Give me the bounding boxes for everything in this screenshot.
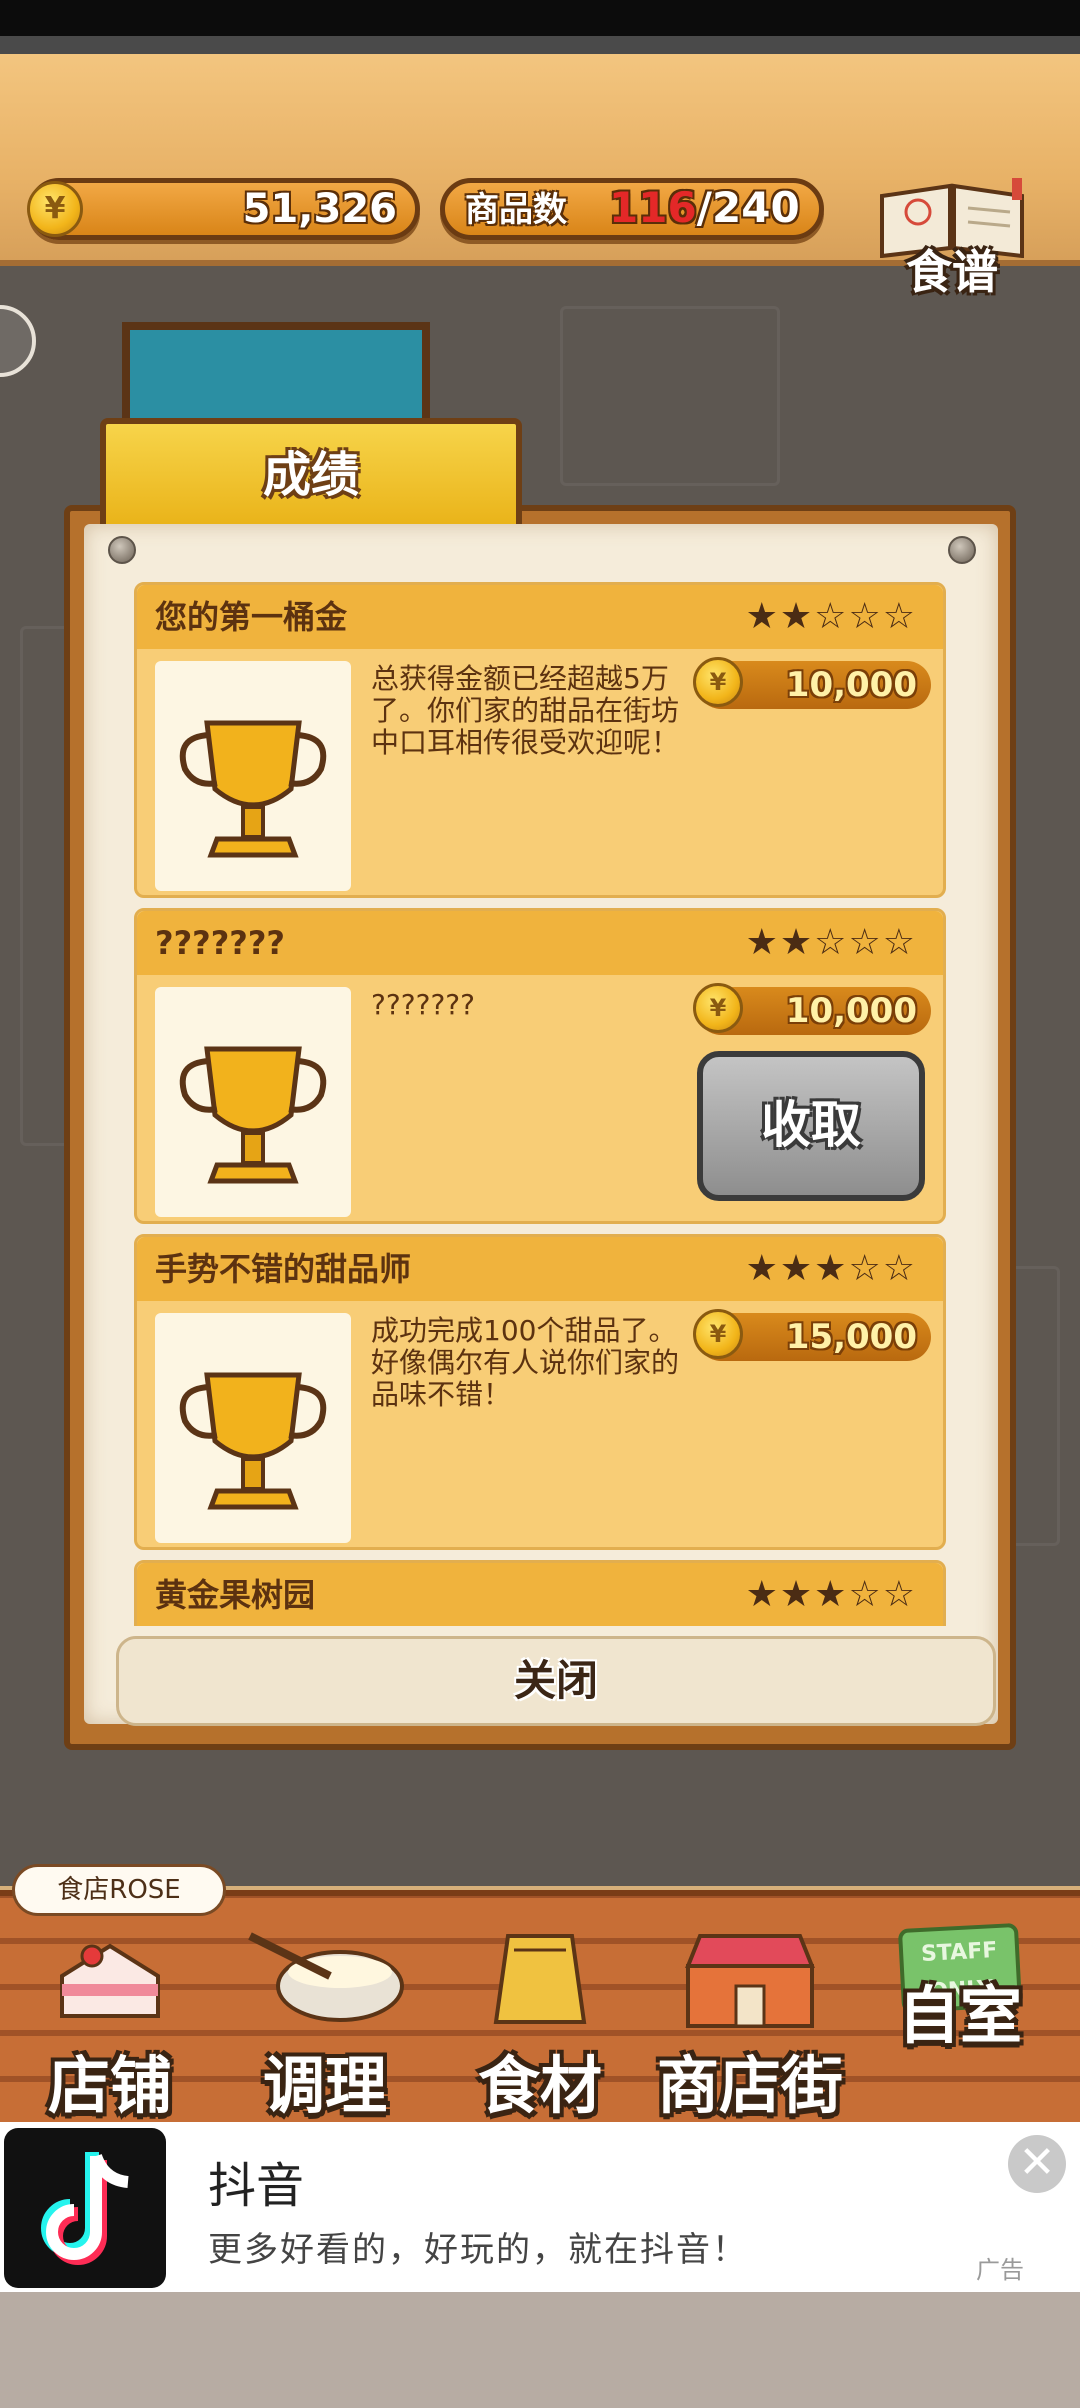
achievement-card: 您的第一桶金 ★★☆☆☆ 总获得金额已经超越5万了。你们家的甜品在街坊中口耳相传…	[134, 582, 946, 898]
achievement-title: 黄金果树园	[155, 1576, 316, 1614]
reward-badge: ¥ 10,000	[693, 983, 931, 1035]
collect-button[interactable]: 收取	[697, 1051, 925, 1201]
status-bar	[0, 0, 1080, 36]
coin-icon: ¥	[693, 1309, 743, 1359]
coin-amount: 51,326	[242, 186, 397, 232]
nav-item-my-room[interactable]: STAFF ONLY 自室	[880, 1906, 1040, 2096]
nav-item-shop[interactable]: 店铺	[30, 1926, 190, 2126]
coin-icon: ¥	[693, 657, 743, 707]
trophy-icon	[155, 661, 351, 891]
achievement-card: 黄金果树园 ★★★☆☆	[134, 1560, 946, 1626]
dialog-title: 成绩	[262, 447, 359, 503]
coin-icon: ¥	[27, 181, 83, 237]
achievement-title: 手势不错的甜品师	[155, 1250, 412, 1288]
nav-item-cook[interactable]: 调理	[240, 1926, 410, 2126]
storefront-icon	[685, 1934, 815, 2028]
bottom-nav: 店铺 调理 食材 商店街 STAFF ONLY 自室	[0, 1890, 1080, 2122]
achievement-card: 手势不错的甜品师 ★★★☆☆ 成功完成100个甜品了。好像偶尔有人说你们家的品味…	[134, 1234, 946, 1550]
ad-subtitle[interactable]: 更多好看的，好玩的，就在抖音！	[208, 2222, 748, 2271]
goods-counter: 商品数 116/240	[440, 178, 824, 240]
shop-name-tag[interactable]: 食店ROSE	[12, 1864, 226, 1916]
achievement-title: ???????	[155, 924, 285, 962]
achievement-title: 您的第一桶金	[155, 598, 348, 636]
tiktok-logo-icon[interactable]	[4, 2128, 166, 2288]
close-button[interactable]: 关闭	[116, 1636, 996, 1726]
goods-current: 116	[609, 183, 697, 232]
achievement-description: ???????	[371, 988, 476, 1021]
flour-sack-icon	[493, 1934, 587, 2024]
star-rating: ★★☆☆☆	[745, 596, 917, 637]
achievement-list[interactable]: 您的第一桶金 ★★☆☆☆ 总获得金额已经超越5万了。你们家的甜品在街坊中口耳相传…	[134, 582, 946, 1626]
achievement-card: ??????? ★★☆☆☆ ??????? ¥ 10,000 收取	[134, 908, 946, 1224]
cake-icon	[60, 1943, 160, 2018]
reward-amount: 10,000	[785, 991, 917, 1031]
star-rating: ★★★☆☆	[745, 1574, 917, 1615]
reward-badge: ¥ 15,000	[693, 1309, 931, 1361]
nav-label: 商店街	[656, 2049, 843, 2122]
coin-counter: ¥ 51,326	[27, 178, 420, 240]
ad-title[interactable]: 抖音	[208, 2146, 304, 2216]
ad-badge: 广告	[976, 2256, 1024, 2284]
achievement-description: 总获得金额已经超越5万了。你们家的甜品在街坊中口耳相传很受欢迎呢！	[371, 662, 680, 759]
nav-label: 调理	[262, 2049, 387, 2122]
goods-separator: /	[696, 183, 713, 232]
goods-label: 商品数	[465, 190, 567, 230]
trophy-icon	[155, 1313, 351, 1543]
shop-banner-thumbnail[interactable]	[122, 322, 430, 432]
star-rating: ★★☆☆☆	[745, 922, 917, 963]
reward-badge: ¥ 10,000	[693, 657, 931, 709]
star-rating: ★★★☆☆	[745, 1248, 917, 1289]
nav-item-shopping-street[interactable]: 商店街	[640, 1926, 860, 2126]
bottom-filler	[0, 2292, 1080, 2408]
close-icon[interactable]: ✕	[1008, 2135, 1066, 2193]
recipe-book-button[interactable]: 食谱	[872, 178, 1032, 298]
whisk-bowl-icon	[248, 1932, 404, 2022]
recipe-label: 食谱	[906, 245, 998, 299]
coin-icon: ¥	[693, 983, 743, 1033]
nav-label: 食材	[477, 2049, 602, 2122]
achievement-description: 成功完成100个甜品了。好像偶尔有人说你们家的品味不错！	[371, 1314, 680, 1411]
nav-label: 自室	[897, 1979, 1022, 2052]
pin-icon	[948, 536, 976, 564]
pin-icon	[108, 536, 136, 564]
trophy-icon	[155, 987, 351, 1217]
reward-amount: 15,000	[785, 1317, 917, 1357]
nav-label: 店铺	[47, 2049, 172, 2122]
goods-max: 240	[712, 183, 800, 232]
reward-amount: 10,000	[785, 665, 917, 705]
nav-item-ingredients[interactable]: 食材	[460, 1926, 620, 2126]
status-strip	[0, 36, 1080, 54]
